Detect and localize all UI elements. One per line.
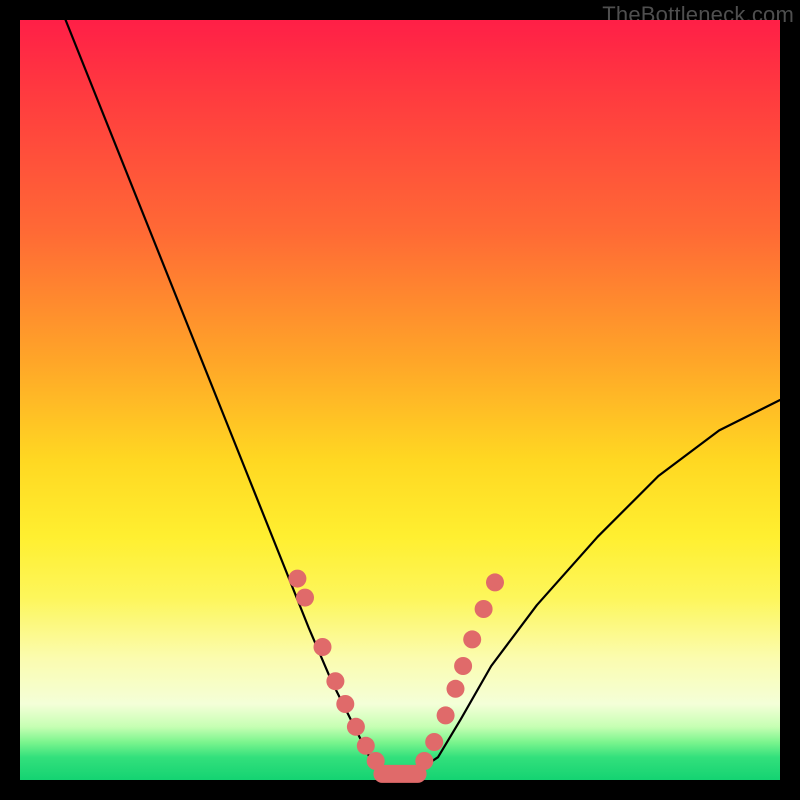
dot-left-dots-4 — [336, 695, 354, 713]
dot-left-dots-5 — [347, 718, 365, 736]
dot-right-dots-1 — [425, 733, 443, 751]
dot-right-dots-2 — [437, 706, 455, 724]
series-v-curve — [66, 20, 780, 772]
dot-right-dots-6 — [475, 600, 493, 618]
chart-svg — [20, 20, 780, 780]
dot-left-dots-3 — [326, 672, 344, 690]
gradient-plot-area — [20, 20, 780, 780]
dot-left-dots-6 — [357, 737, 375, 755]
dot-right-dots-7 — [486, 573, 504, 591]
dot-left-dots-2 — [314, 638, 332, 656]
chart-layers — [66, 20, 780, 783]
segment-bottom-bar — [373, 765, 426, 783]
dot-left-dots-0 — [288, 570, 306, 588]
dot-right-dots-4 — [454, 657, 472, 675]
dot-right-dots-5 — [463, 630, 481, 648]
dot-left-dots-1 — [296, 589, 314, 607]
outer-frame: TheBottleneck.com — [0, 0, 800, 800]
dot-right-dots-3 — [447, 680, 465, 698]
